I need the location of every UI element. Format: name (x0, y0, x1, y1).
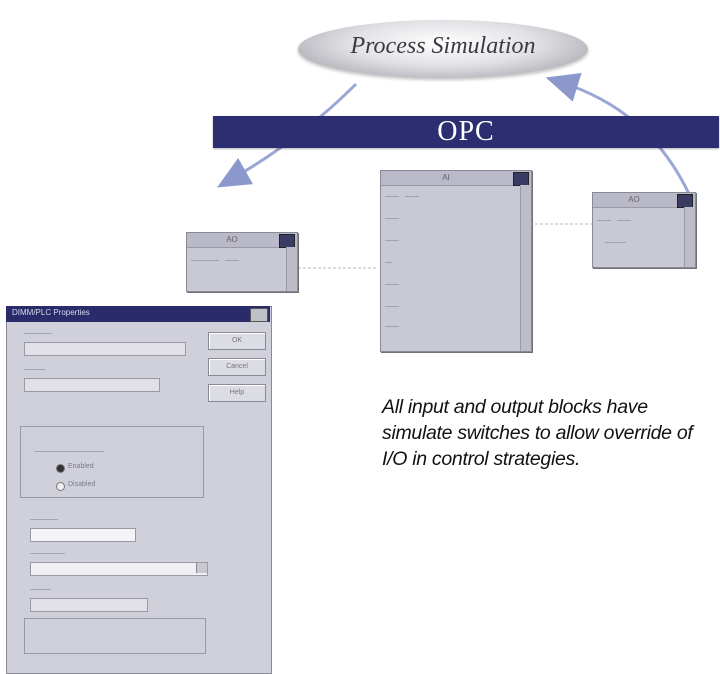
center-block-row: — (385, 259, 392, 266)
dialog-field-input[interactable] (24, 342, 186, 356)
dialog-field-label: ————— (30, 550, 65, 557)
left-block-window: AO ———— —— (186, 232, 298, 292)
properties-dialog-title: DIMM/PLC Properties (12, 308, 90, 317)
center-block-window: AI —— —— —— —— — —— —— —— (380, 170, 532, 352)
enabled-radio-label: Enabled (68, 463, 94, 470)
right-block-scrollbar[interactable] (684, 207, 695, 267)
center-block-row: —— (385, 215, 399, 222)
dialog-cancel-button[interactable]: Cancel (208, 358, 266, 376)
left-block-scrollbar[interactable] (286, 247, 297, 291)
disabled-radio[interactable] (56, 482, 65, 491)
center-block-row: —— (385, 303, 399, 310)
dialog-close-button[interactable] (250, 308, 268, 322)
dialog-group-box (24, 618, 206, 654)
opc-label: OPC (437, 116, 495, 147)
disabled-radio-label: Disabled (68, 481, 96, 488)
center-block-titlebar: AI (381, 171, 531, 186)
center-block-scrollbar[interactable] (520, 185, 531, 351)
left-block-row: ———— —— (191, 257, 239, 264)
right-block-row: ——— (597, 239, 626, 246)
right-block-title: AO (628, 195, 640, 204)
dialog-value-input[interactable] (30, 528, 136, 542)
center-block-title: AI (442, 173, 450, 182)
center-block-row: —— (385, 237, 399, 244)
dialog-field-label: ———— (24, 330, 52, 337)
enabled-radio[interactable] (56, 464, 65, 473)
dialog-ok-button[interactable]: OK (208, 332, 266, 350)
dialog-field-label: ——— (30, 586, 51, 593)
dialog-field-label: ——— (24, 366, 45, 373)
simulate-group-label: —————————— (34, 448, 104, 455)
center-block-row: —— —— (385, 193, 419, 200)
center-block-close-button[interactable] (513, 172, 529, 186)
center-block-row: —— (385, 323, 399, 330)
simulate-group-box (20, 426, 204, 498)
dialog-select[interactable] (30, 562, 208, 576)
left-block-titlebar: AO (187, 233, 297, 248)
center-block-row: —— (385, 281, 399, 288)
caption-text: All input and output blocks have simulat… (382, 396, 693, 470)
right-block-window: AO —— —— ——— (592, 192, 696, 268)
right-block-close-button[interactable] (677, 194, 693, 208)
dialog-field-input[interactable] (30, 598, 148, 612)
dialog-help-button[interactable]: Help (208, 384, 266, 402)
chevron-down-icon[interactable] (196, 563, 207, 573)
left-block-title: AO (226, 235, 238, 244)
right-block-titlebar: AO (593, 193, 695, 208)
dialog-dropdown[interactable] (24, 378, 160, 392)
right-block-row: —— —— (597, 217, 631, 224)
left-block-close-button[interactable] (279, 234, 295, 248)
process-simulation-label: Process Simulation (350, 33, 536, 59)
dialog-field-label: ———— (30, 516, 58, 523)
